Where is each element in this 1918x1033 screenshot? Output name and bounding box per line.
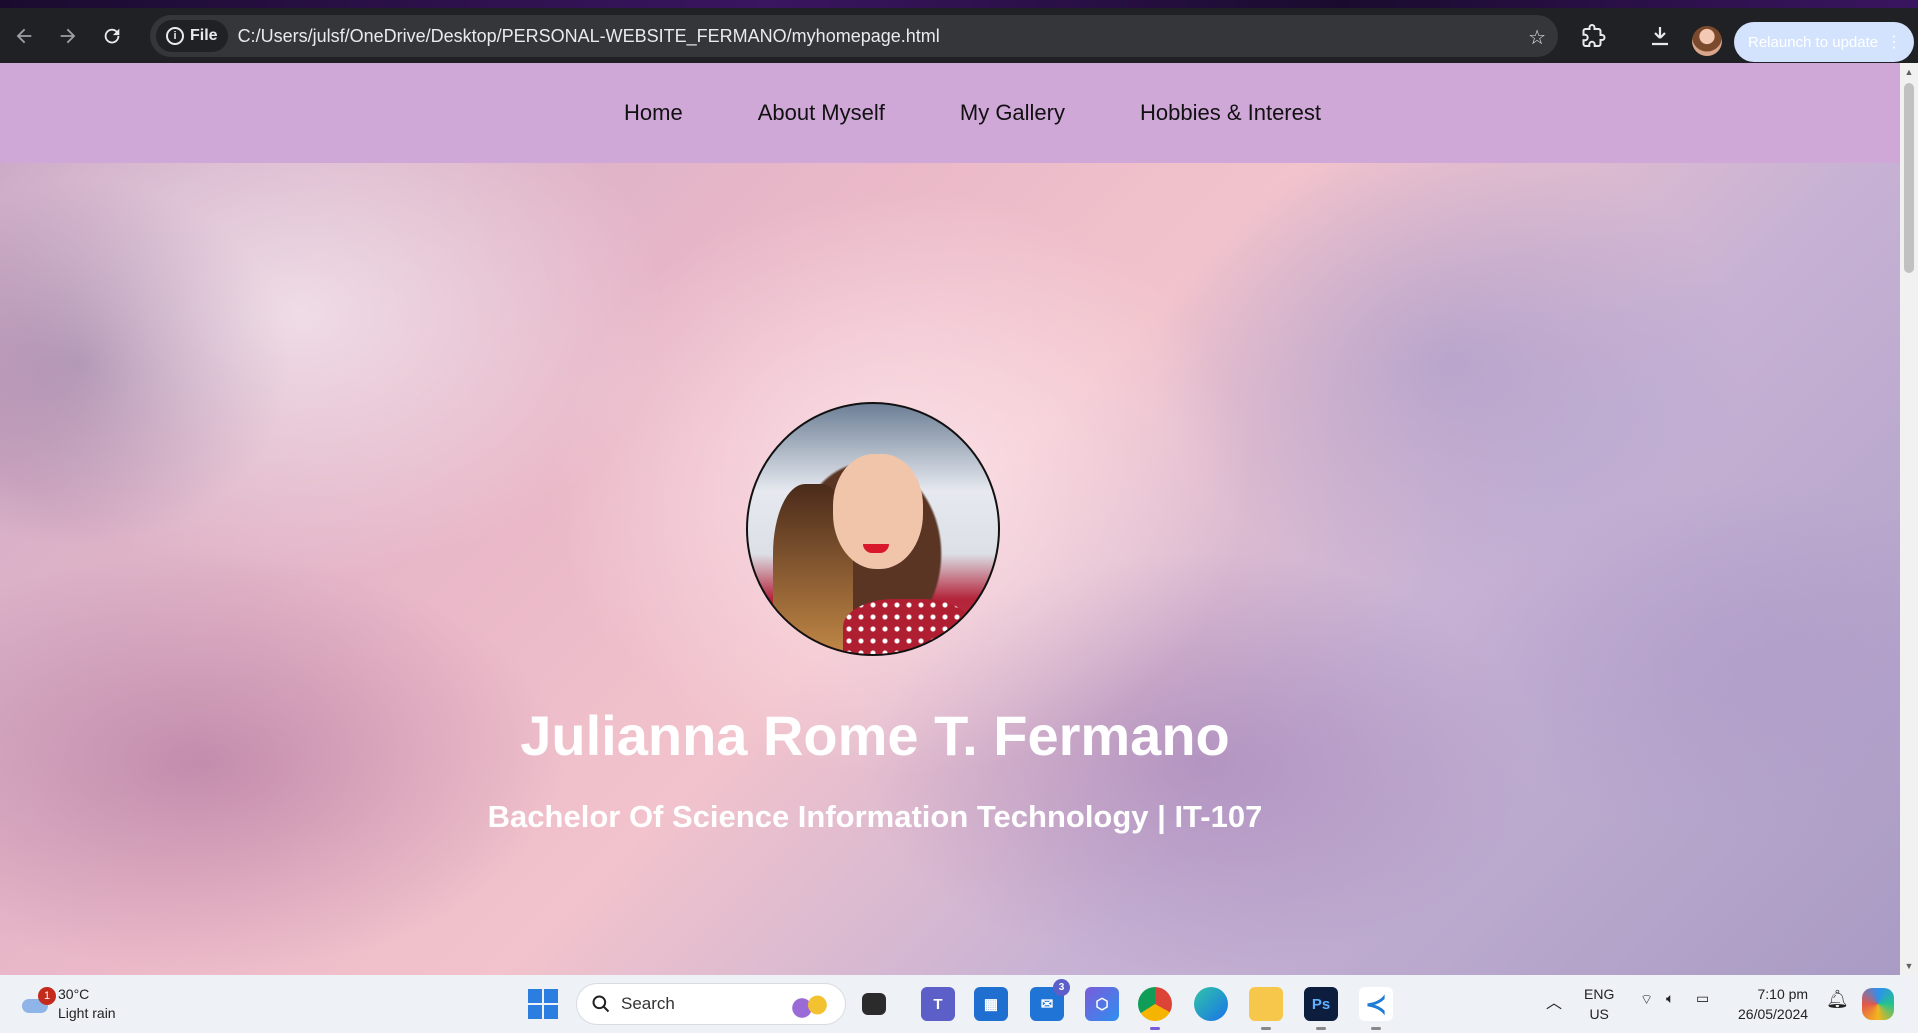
copilot-icon[interactable] — [1862, 988, 1894, 1020]
info-icon: i — [166, 27, 184, 45]
nav-link-about[interactable]: About Myself — [758, 100, 885, 126]
nav-link-home[interactable]: Home — [624, 100, 683, 126]
lang-line2: US — [1589, 1006, 1609, 1022]
search-placeholder: Search — [621, 994, 675, 1013]
browser-toolbar: i File C:/Users/julsf/OneDrive/Desktop/P… — [0, 8, 1918, 63]
scroll-thumb[interactable] — [1904, 83, 1914, 273]
weather-widget[interactable]: 1 30°C Light rain — [20, 985, 116, 1023]
weather-temp: 30°C — [58, 986, 90, 1002]
weather-badge: 1 — [38, 987, 56, 1005]
chevron-up-icon[interactable]: ︿ — [1546, 989, 1562, 1013]
lang-line1: ENG — [1584, 986, 1615, 1002]
edge-icon[interactable] — [1194, 987, 1228, 1021]
download-icon[interactable] — [1648, 24, 1672, 53]
photo-shirt — [843, 599, 973, 654]
wifi-icon[interactable]: ⌔ — [1640, 991, 1653, 1009]
language-indicator[interactable]: ENG US — [1584, 984, 1614, 1024]
copilot-app-icon[interactable]: ⬡ — [1085, 987, 1119, 1021]
volume-icon[interactable]: 🔈︎ — [1666, 990, 1674, 1007]
open-indicator — [1261, 1027, 1271, 1030]
vertical-scrollbar[interactable]: ▲ ▼ — [1900, 63, 1918, 975]
teams-icon[interactable]: T — [921, 987, 955, 1021]
nav-link-gallery[interactable]: My Gallery — [960, 100, 1065, 126]
profile-photo — [746, 402, 1000, 656]
search-highlight-icon — [791, 990, 835, 1020]
notification-bell-icon[interactable]: 🔔︎ — [1826, 989, 1849, 1010]
extensions-icon[interactable] — [1582, 24, 1606, 53]
photoshop-label: Ps — [1311, 995, 1331, 1013]
file-explorer-icon[interactable] — [1249, 987, 1283, 1030]
scroll-down-icon[interactable]: ▼ — [1904, 961, 1914, 971]
chrome-icon[interactable] — [1138, 987, 1172, 1030]
clock-time: 7:10 pm — [1757, 986, 1809, 1002]
more-vert-icon[interactable]: ⋮ — [1886, 32, 1902, 52]
windows-taskbar: 1 30°C Light rain Search T ▦ ✉ 3 ⬡ Ps ≺ … — [0, 975, 1918, 1033]
task-view-icon[interactable] — [862, 993, 886, 1015]
windows-logo-icon — [528, 989, 542, 1003]
reload-icon — [104, 28, 120, 43]
page-title: Julianna Rome T. Fermano — [520, 704, 1230, 767]
file-chip-label: File — [190, 27, 218, 44]
site-info-chip[interactable]: i File — [156, 20, 228, 52]
profile-avatar[interactable] — [1692, 26, 1722, 56]
taskbar-search[interactable]: Search — [576, 983, 846, 1025]
relaunch-label: Relaunch to update — [1748, 33, 1879, 51]
reload-button[interactable] — [92, 16, 132, 56]
mail-icon[interactable]: ✉ 3 — [1030, 979, 1070, 1021]
search-icon — [592, 995, 610, 1013]
start-button[interactable] — [528, 989, 558, 1019]
store-icon[interactable]: ▦ — [974, 987, 1008, 1021]
relaunch-button[interactable]: Relaunch to update ⋮ — [1734, 22, 1914, 62]
open-indicator — [1371, 1027, 1381, 1030]
active-indicator — [1150, 1027, 1160, 1030]
battery-icon[interactable]: ▭ — [1696, 990, 1709, 1007]
address-bar[interactable]: i File C:/Users/julsf/OneDrive/Desktop/P… — [150, 15, 1558, 57]
site-navbar: Home About Myself My Gallery Hobbies & I… — [0, 63, 1900, 163]
window-title-strip — [0, 0, 1918, 8]
photoshop-icon[interactable]: Ps — [1304, 987, 1338, 1030]
page-subtitle: Bachelor Of Science Information Technolo… — [487, 799, 1263, 834]
clock[interactable]: 7:10 pm 26/05/2024 — [1738, 984, 1808, 1024]
weather-cloud-icon: 1 — [20, 987, 56, 1017]
arrow-right-icon — [60, 28, 76, 43]
scroll-up-icon[interactable]: ▲ — [1904, 67, 1914, 77]
mail-badge: 3 — [1053, 979, 1070, 996]
back-button[interactable] — [4, 16, 44, 56]
page-viewport: Home About Myself My Gallery Hobbies & I… — [0, 63, 1900, 975]
open-indicator — [1316, 1027, 1326, 1030]
nav-link-hobbies[interactable]: Hobbies & Interest — [1140, 100, 1321, 126]
url-text[interactable]: C:/Users/julsf/OneDrive/Desktop/PERSONAL… — [238, 26, 940, 47]
vscode-icon[interactable]: ≺ — [1359, 987, 1393, 1030]
weather-desc: Light rain — [58, 1005, 116, 1021]
clock-date: 26/05/2024 — [1738, 1006, 1809, 1022]
forward-button[interactable] — [48, 16, 88, 56]
arrow-left-icon — [16, 28, 32, 43]
bookmark-star-icon[interactable]: ☆ — [1528, 25, 1546, 50]
